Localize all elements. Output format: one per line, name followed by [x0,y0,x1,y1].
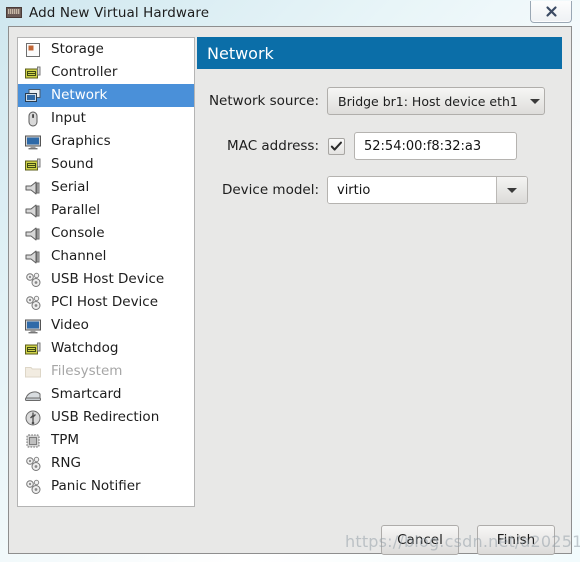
mac-address-row: MAC address: 52:54:00:f8:32:a3 [197,132,563,160]
device-model-combo[interactable]: virtio [327,176,528,204]
smartcard-icon [24,386,42,404]
sidebar-item-label: Filesystem [51,362,123,379]
device-model-label: Device model: [221,182,319,198]
sidebar-item-label: Panic Notifier [51,477,141,494]
sidebar-item-video[interactable]: Video [18,314,194,337]
channel-port-icon [24,248,42,266]
mac-address-label: MAC address: [227,138,319,154]
add-hardware-dialog: Storage Controller Network Input Graphics Sou… [8,26,572,555]
parallel-port-icon [24,202,42,220]
network-source-row: Network source: Bridge br1: Host device … [197,87,563,115]
mouse-icon [24,110,42,128]
sidebar-item-label: Controller [51,63,118,80]
sidebar-item-input[interactable]: Input [18,107,194,130]
sidebar-item-rng[interactable]: RNG [18,452,194,475]
finish-button[interactable]: Finish [477,525,555,555]
device-model-dropdown-button[interactable] [496,177,527,203]
close-icon[interactable] [530,1,572,23]
sidebar-item-graphics[interactable]: Graphics [18,130,194,153]
device-model-input[interactable]: virtio [328,177,496,203]
virtual-hardware-icon [6,6,22,20]
sidebar-item-controller[interactable]: Controller [18,61,194,84]
sidebar-item-label: USB Redirection [51,408,160,425]
sidebar-item-panic-notifier[interactable]: Panic Notifier [18,475,194,498]
sidebar-item-sound[interactable]: Sound [18,153,194,176]
sidebar-item-label: TPM [51,431,80,448]
pci-host-icon [24,294,42,312]
storage-icon [24,41,42,59]
sidebar-item-usb-redirection[interactable]: USB Redirection [18,406,194,429]
device-model-row: Device model: virtio [197,176,563,204]
sidebar-item-label: Serial [51,178,90,195]
chevron-down-icon [507,187,517,193]
sidebar-item-storage[interactable]: Storage [18,38,194,61]
tpm-chip-icon [24,432,42,450]
panel-title: Network [207,43,274,63]
sidebar-item-pci-host-device[interactable]: PCI Host Device [18,291,194,314]
usb-host-icon [24,271,42,289]
sidebar-item-tpm[interactable]: TPM [18,429,194,452]
watchdog-icon [24,340,42,358]
sidebar-item-label: Channel [51,247,107,264]
sound-card-icon [24,156,42,174]
sidebar-item-watchdog[interactable]: Watchdog [18,337,194,360]
sidebar-item-label: Video [51,316,89,333]
sidebar-item-smartcard[interactable]: Smartcard [18,383,194,406]
folder-icon [24,363,42,381]
sidebar-item-label: Sound [51,155,94,172]
panic-notifier-icon [24,478,42,496]
hardware-category-list[interactable]: Storage Controller Network Input Graphics Sou… [17,37,195,507]
sidebar-item-label: Storage [51,40,104,57]
sidebar-item-label: Smartcard [51,385,122,402]
sidebar-item-parallel[interactable]: Parallel [18,199,194,222]
sidebar-item-channel[interactable]: Channel [18,245,194,268]
network-icon [24,87,42,105]
monitor-icon [24,133,42,151]
sidebar-item-usb-host-device[interactable]: USB Host Device [18,268,194,291]
video-icon [24,317,42,335]
sidebar-item-serial[interactable]: Serial [18,176,194,199]
controller-icon [24,64,42,82]
sidebar-item-label: Input [51,109,86,126]
sidebar-item-label: Watchdog [51,339,119,356]
sidebar-item-label: USB Host Device [51,270,165,287]
chevron-down-icon [529,98,540,104]
window-title: Add New Virtual Hardware [29,5,210,21]
mac-address-input[interactable]: 52:54:00:f8:32:a3 [354,132,517,160]
sidebar-item-label: Graphics [51,132,111,149]
rng-icon [24,455,42,473]
checkmark-icon [330,141,342,151]
console-port-icon [24,225,42,243]
mac-address-value: 52:54:00:f8:32:a3 [364,138,482,154]
finish-button-label: Finish [496,532,536,548]
serial-port-icon [24,179,42,197]
network-source-label: Network source: [208,93,319,109]
sidebar-item-label: Parallel [51,201,101,218]
usb-redirection-icon [24,409,42,427]
sidebar-item-console[interactable]: Console [18,222,194,245]
window-titlebar: Add New Virtual Hardware [0,0,580,26]
cancel-button-label: Cancel [397,532,443,548]
network-source-value: Bridge br1: Host device eth1 [338,93,518,109]
device-model-value: virtio [337,182,371,198]
panel-header: Network [197,37,562,69]
sidebar-item-label: RNG [51,454,81,471]
mac-address-checkbox[interactable] [328,137,345,155]
hardware-detail-panel: Network Network source: Bridge br1: Host… [197,37,563,507]
cancel-button[interactable]: Cancel [381,525,459,555]
sidebar-item-network[interactable]: Network [18,84,194,107]
sidebar-item-label: Network [51,86,108,103]
sidebar-item-label: PCI Host Device [51,293,159,310]
network-source-combo[interactable]: Bridge br1: Host device eth1 [327,87,545,115]
sidebar-item-filesystem: Filesystem [18,360,194,383]
sidebar-item-label: Console [51,224,105,241]
